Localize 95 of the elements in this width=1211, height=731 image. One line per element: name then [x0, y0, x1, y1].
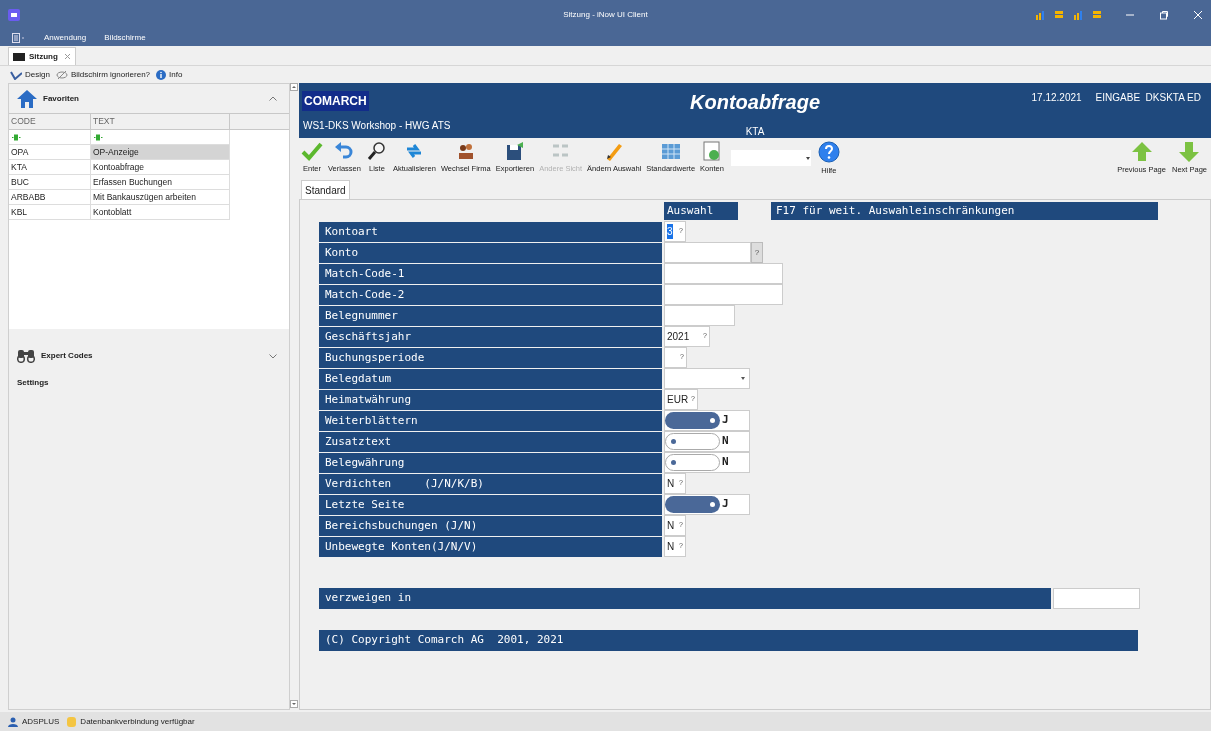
- field-label: Match-Code-1: [319, 264, 662, 284]
- field-label: Weiterblättern: [319, 411, 662, 431]
- input-field[interactable]: [664, 305, 735, 326]
- binoculars-icon: [17, 349, 35, 363]
- toggle-switch[interactable]: [665, 412, 720, 429]
- column-header[interactable]: CODE: [9, 114, 91, 129]
- field-label: Buchungsperiode: [319, 348, 662, 368]
- field-label: Belegdatum: [319, 369, 662, 389]
- scroll-up-icon: [290, 83, 298, 91]
- field-label: Letzte Seite: [319, 495, 662, 515]
- table-cell[interactable]: KTA: [9, 160, 91, 174]
- user-icon: [8, 716, 18, 727]
- close-icon: [1193, 10, 1203, 20]
- input-field[interactable]: [664, 284, 783, 305]
- column-header: Auswahl: [664, 202, 738, 220]
- input-field[interactable]: [664, 263, 783, 284]
- session-tab[interactable]: Sitzung: [8, 47, 76, 65]
- magnifier-icon: [365, 141, 388, 161]
- table-cell[interactable]: Kontoblatt: [91, 205, 230, 219]
- scroll-down-icon: [290, 700, 298, 708]
- terminal-icon: [13, 52, 25, 61]
- toggle-switch[interactable]: [665, 454, 720, 471]
- info-icon: [156, 69, 167, 80]
- screen-title: Kontoabfrage: [690, 91, 820, 113]
- menu-icon: [12, 33, 26, 43]
- dropdown-icon: [805, 156, 810, 160]
- chart-icon: [1073, 10, 1083, 20]
- table-cell[interactable]: Kontoabfrage: [91, 160, 230, 174]
- field-label: Zusatztext: [319, 432, 662, 452]
- field-label: Verdichten (J/N/K/B): [319, 474, 662, 494]
- table-cell[interactable]: BUC: [9, 175, 91, 189]
- table-cell[interactable]: Erfassen Buchungen: [91, 175, 230, 189]
- screen-code: KTA: [745, 126, 765, 137]
- arrow-up-icon: [1130, 141, 1153, 163]
- chevron-up-icon: [269, 96, 277, 101]
- date-text: 17.12.2021: [1031, 91, 1082, 105]
- field-label: Match-Code-2: [319, 285, 662, 305]
- field-label: Kontoart: [319, 222, 662, 242]
- toolbar-button[interactable]: Bildschirm ignorieren?: [55, 68, 151, 81]
- field-label: Geschäftsjahr: [319, 327, 662, 347]
- grid-icon: [659, 141, 682, 161]
- company-logo: COMARCH: [302, 91, 369, 111]
- hint-text: F17 für weit. Auswahleinschränkungen: [771, 202, 1158, 220]
- table-cell[interactable]: KBL: [9, 205, 91, 219]
- date-field[interactable]: [664, 368, 750, 389]
- dropdown-icon: [741, 377, 745, 380]
- toggle-value: J: [722, 496, 729, 513]
- field-label: Belegnummer: [319, 306, 662, 326]
- combo-box[interactable]: [730, 150, 811, 166]
- panel-title: Favoriten: [43, 92, 79, 105]
- chart-icon: [1035, 10, 1045, 20]
- column-header[interactable]: TEXT: [91, 114, 230, 129]
- table-cell[interactable]: Mit Bankauszügen arbeiten: [91, 190, 230, 204]
- toggle-switch[interactable]: [665, 496, 720, 513]
- toolbar-button[interactable]: Info: [156, 68, 183, 81]
- stack-icon: [1093, 10, 1101, 20]
- field-label: Bereichsbuchungen (J/N): [319, 516, 662, 536]
- status-text: Datenbankverbindung verfügbar: [80, 715, 195, 728]
- mode-text: EINGABE DKSKTA ED: [1095, 91, 1201, 105]
- chevron-down-icon: [269, 353, 277, 359]
- window-title: Sitzung - iNow UI Client: [563, 10, 648, 19]
- close-icon: [63, 53, 71, 60]
- database-icon: [67, 716, 77, 727]
- field-label: Konto: [319, 243, 662, 263]
- status-text: ADSPLUS: [22, 715, 60, 728]
- check-icon: [301, 141, 323, 161]
- arrow-down-icon: [1178, 141, 1201, 163]
- app-logo-icon: [8, 9, 20, 21]
- toggle-value: J: [722, 412, 729, 429]
- home-icon: [17, 89, 37, 108]
- field-label: Heimatwährung: [319, 390, 662, 410]
- table-cell[interactable]: ARBABB: [9, 190, 91, 204]
- restore-icon: [1159, 10, 1169, 20]
- input-field[interactable]: [664, 242, 751, 263]
- stack-icon: [1055, 10, 1063, 20]
- input-field[interactable]: [1053, 588, 1140, 609]
- toggle-switch[interactable]: [665, 433, 720, 450]
- settings-link[interactable]: Settings: [9, 377, 57, 389]
- field-label: verzweigen in: [319, 588, 1051, 609]
- field-label: Unbewegte Konten(J/N/V): [319, 537, 662, 557]
- table-cell[interactable]: OP-Anzeige: [91, 145, 230, 159]
- copyright-text: (C) Copyright Comarch AG 2001, 2021: [319, 630, 1138, 651]
- panel-title: Expert Codes: [41, 350, 93, 362]
- eye-slash-icon: [55, 69, 68, 80]
- form-tab[interactable]: Standard: [301, 180, 350, 199]
- toggle-value: N: [722, 433, 729, 450]
- menu-item[interactable]: Anwendung: [44, 32, 87, 44]
- document-icon: [700, 141, 723, 161]
- menu-item[interactable]: Bildschirme: [104, 32, 146, 44]
- help-button[interactable]: ?: [751, 242, 763, 263]
- field-label: Belegwährung: [319, 453, 662, 473]
- help-icon: [817, 141, 840, 163]
- toggle-value: N: [722, 454, 729, 471]
- toolbar-button[interactable]: Design: [10, 68, 50, 81]
- company-text: WS1-DKS Workshop - HWG ATS: [303, 119, 451, 133]
